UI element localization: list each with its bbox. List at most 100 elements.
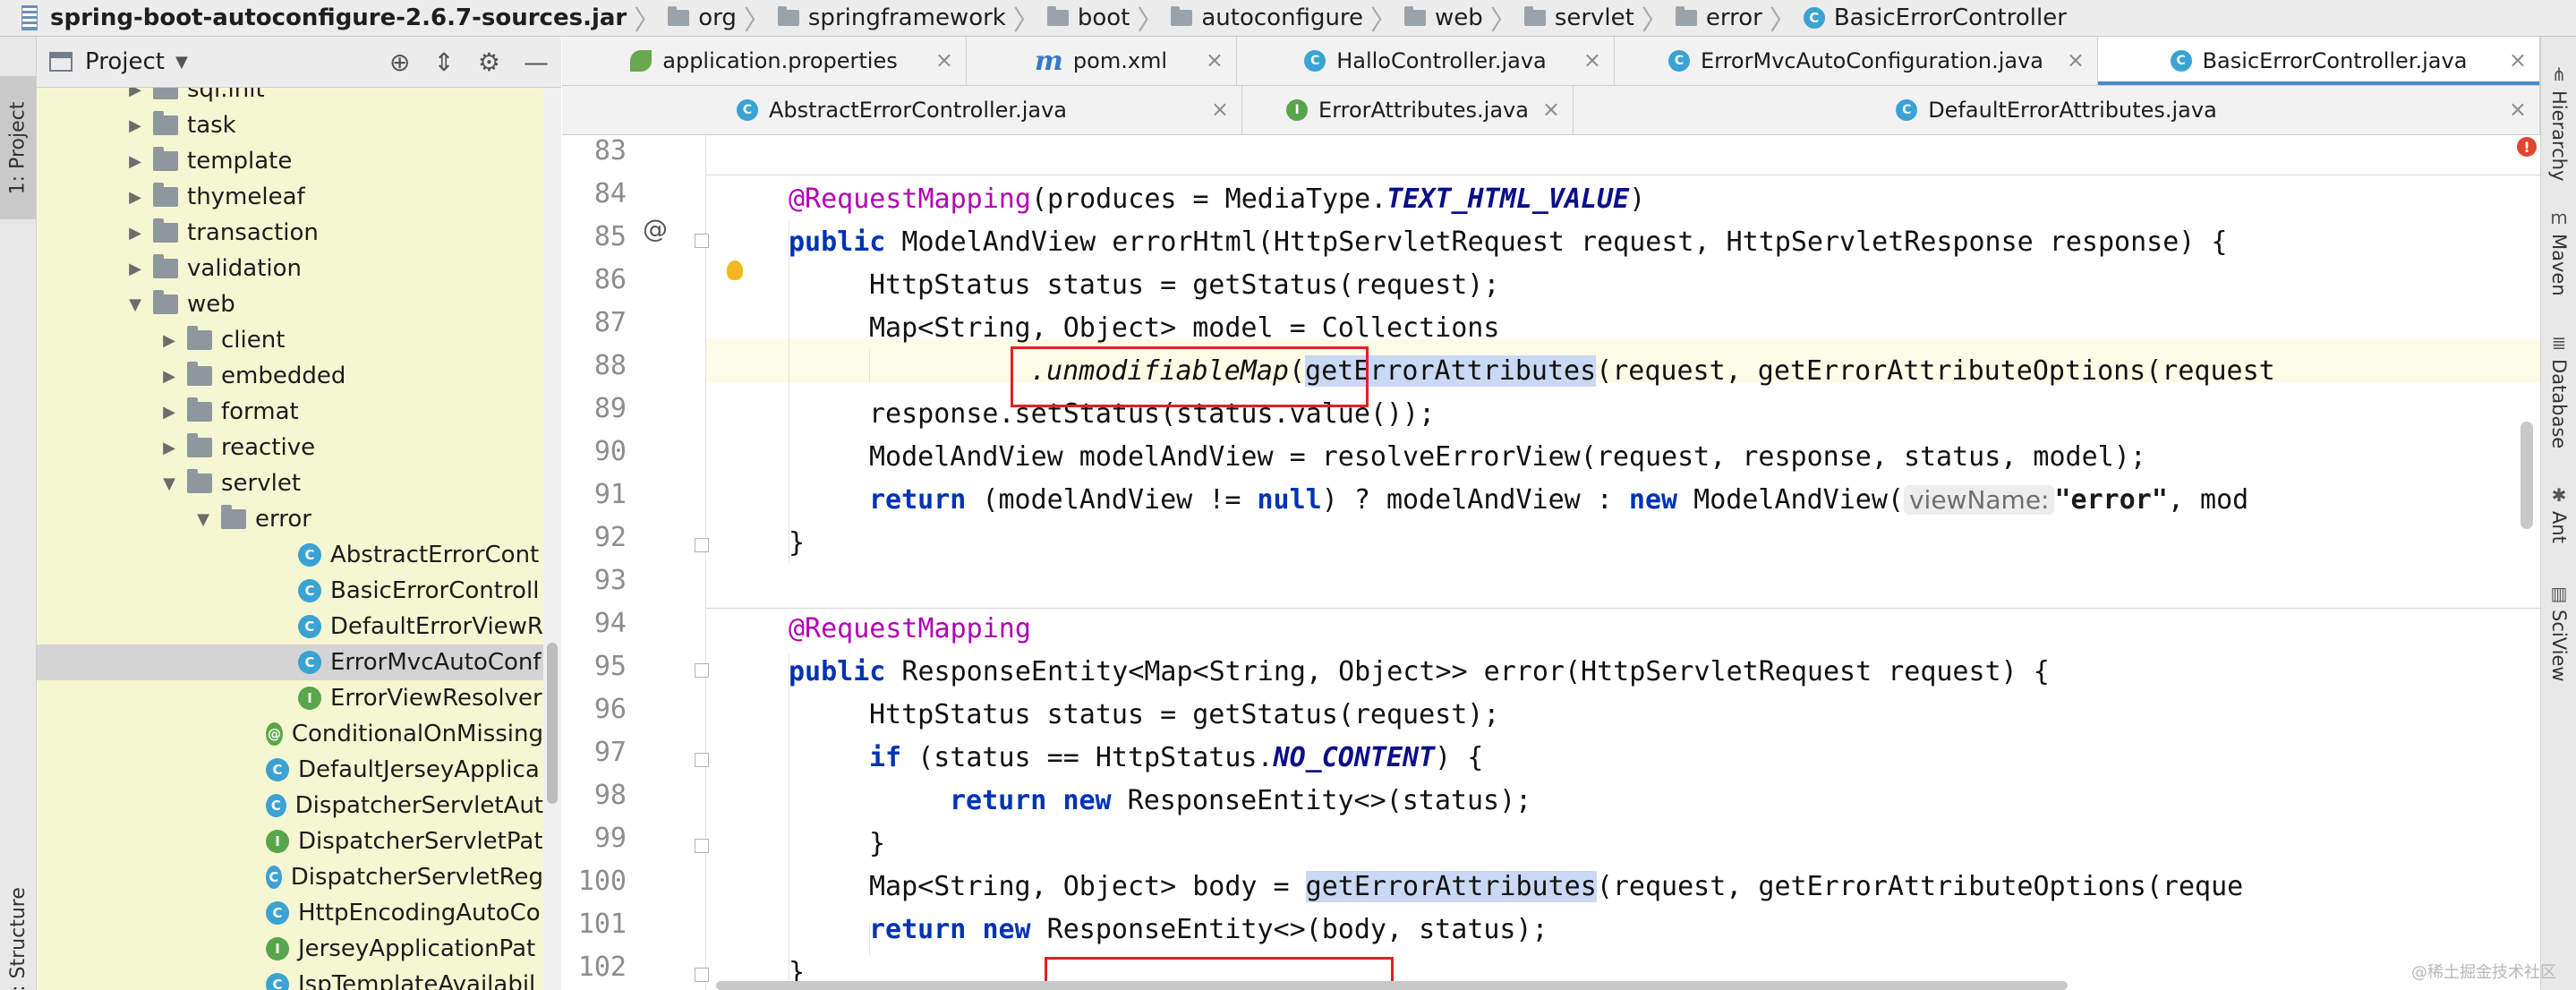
locate-icon[interactable]: ⊕: [389, 47, 410, 77]
tree-file-item[interactable]: C HttpEncodingAutoCo: [37, 895, 543, 931]
tool-tab-sciview[interactable]: ▥ SciView: [2541, 583, 2576, 682]
code-line-98: return new ResponseEntity<>(status);: [950, 780, 1531, 823]
breadcrumb-item[interactable]: 〉 springframework: [737, 0, 1006, 37]
tool-tab-label: Ant: [2548, 511, 2570, 543]
gear-icon[interactable]: ⚙: [478, 47, 500, 77]
tree-file-item[interactable]: C DispatcherServletReg: [37, 859, 543, 895]
tree-folder-item[interactable]: ▶ sql.init: [37, 88, 543, 107]
close-icon[interactable]: ×: [2509, 97, 2527, 122]
tree-file-item[interactable]: I JerseyApplicationPat: [37, 931, 543, 967]
chevron-right-icon[interactable]: ▶: [160, 439, 178, 457]
chevron-right-icon[interactable]: ▶: [160, 403, 178, 422]
tree-file-item[interactable]: C DispatcherServletAut: [37, 788, 543, 824]
tree-file-item[interactable]: C BasicErrorControll: [37, 573, 543, 609]
tool-tab-hierarchy[interactable]: ⋔ Hierarchy: [2541, 64, 2576, 182]
code-text: ModelAndView(: [1677, 484, 1904, 516]
tree-folder-item[interactable]: ▼ error: [37, 501, 543, 537]
chevron-right-icon[interactable]: ▶: [160, 331, 178, 350]
tree-file-item[interactable]: @ ConditionalOnMissing: [37, 716, 543, 752]
project-tree-scrollbar[interactable]: [543, 88, 561, 990]
breadcrumb-item[interactable]: 〉 web: [1363, 0, 1483, 37]
editor-tab-label: ErrorAttributes.java: [1318, 98, 1529, 123]
class-icon: C: [1668, 50, 1690, 72]
line-number: 99: [593, 823, 627, 854]
close-icon[interactable]: ×: [2509, 47, 2527, 73]
folder-icon: [668, 6, 690, 26]
project-view-selector[interactable]: Project ▼: [49, 48, 188, 75]
breadcrumb-item[interactable]: 〉 servlet: [1483, 0, 1634, 37]
tree-folder-item[interactable]: ▶ format: [37, 394, 543, 430]
project-tool-tab[interactable]: 1: Project: [0, 76, 36, 219]
tree-folder-item[interactable]: ▶ client: [37, 322, 543, 358]
tree-folder-item[interactable]: ▶ embedded: [37, 358, 543, 394]
editor-horizontal-scrollbar[interactable]: [716, 981, 2068, 990]
tree-file-item[interactable]: C DefaultJerseyApplica: [37, 752, 543, 788]
editor-tab[interactable]: C DefaultErrorAttributes.java ×: [1574, 86, 2540, 134]
editor-tab[interactable]: C AbstractErrorController.java ×: [562, 86, 1242, 134]
breadcrumb-item[interactable]: 〉 autoconfigure: [1130, 0, 1363, 37]
breadcrumb-item[interactable]: 〉 C BasicErrorController: [1762, 0, 2067, 37]
breadcrumb-item[interactable]: 〉 error: [1634, 0, 1762, 37]
tool-tab-database[interactable]: ≣ Database: [2541, 332, 2576, 448]
chevron-down-icon[interactable]: ▼: [160, 474, 178, 493]
chevron-right-icon[interactable]: ▶: [126, 224, 144, 243]
tree-folder-item[interactable]: ▶ thymeleaf: [37, 179, 543, 215]
tool-tab-ant[interactable]: ✱ Ant: [2541, 484, 2576, 543]
code-line-97: if (status == HttpStatus.NO_CONTENT) {: [869, 737, 1483, 780]
tree-file-item[interactable]: I ErrorViewResolver: [37, 680, 543, 716]
close-icon[interactable]: ×: [1206, 47, 1224, 73]
close-icon[interactable]: ×: [935, 47, 953, 73]
chevron-down-icon[interactable]: ▼: [126, 295, 144, 314]
tree-folder-item[interactable]: ▶ task: [37, 107, 543, 143]
chevron-right-icon[interactable]: ▶: [126, 116, 144, 135]
breadcrumb-item[interactable]: 〉 org: [627, 0, 737, 37]
tree-folder-item[interactable]: ▼ servlet: [37, 465, 543, 501]
chevron-right-icon[interactable]: ▶: [126, 260, 144, 278]
chevron-right-icon[interactable]: ▶: [160, 367, 178, 386]
editor-tab[interactable]: application.properties ×: [562, 37, 967, 85]
tree-folder-item[interactable]: ▶ validation: [37, 251, 543, 286]
editor-tab[interactable]: C HalloController.java ×: [1237, 37, 1615, 85]
collapse-all-icon[interactable]: ⇕: [433, 47, 454, 77]
close-icon[interactable]: ×: [1211, 97, 1229, 122]
code-text: (modelAndView !=: [966, 484, 1258, 516]
editor-vertical-scrollbar[interactable]: [2521, 422, 2533, 529]
keyword: null: [1257, 484, 1322, 516]
tool-tab-maven[interactable]: m Maven: [2541, 207, 2576, 296]
tree-folder-item[interactable]: ▼ web: [37, 286, 543, 322]
interface-icon: I: [1286, 99, 1309, 121]
close-icon[interactable]: ×: [1542, 97, 1560, 122]
chevron-right-icon[interactable]: ▶: [126, 152, 144, 171]
error-indicator-icon[interactable]: !: [2517, 137, 2537, 157]
editor-tab-label: AbstractErrorController.java: [768, 98, 1067, 123]
editor-tab[interactable]: m pom.xml ×: [967, 37, 1237, 85]
breadcrumb-separator-icon: 〉: [1012, 5, 1040, 37]
chevron-right-icon[interactable]: ▶: [126, 188, 144, 207]
tree-item-label: ErrorViewResolver: [330, 685, 542, 712]
lightbulb-icon[interactable]: [727, 260, 743, 280]
tree-file-item[interactable]: C JspTemplateAvailabil: [37, 967, 543, 990]
minimize-icon[interactable]: —: [524, 47, 549, 77]
tree-folder-item[interactable]: ▶ transaction: [37, 215, 543, 251]
editor-tab[interactable]: I ErrorAttributes.java ×: [1242, 86, 1574, 134]
editor-tab[interactable]: C ErrorMvcAutoConfiguration.java ×: [1615, 37, 2098, 85]
override-marker-icon[interactable]: @: [643, 214, 668, 243]
tree-file-item[interactable]: C DefaultErrorViewR: [37, 609, 543, 644]
project-header-actions: ⊕ ⇕ ⚙ —: [389, 37, 549, 87]
structure-tool-tab[interactable]: 7: Structure: [0, 878, 36, 990]
close-icon[interactable]: ×: [2067, 47, 2085, 73]
chevron-down-icon[interactable]: ▼: [194, 510, 212, 529]
code-area[interactable]: @RequestMapping(produces = MediaType.TEX…: [706, 135, 2540, 990]
chevron-right-icon[interactable]: ▶: [126, 88, 144, 99]
tree-folder-item[interactable]: ▶ reactive: [37, 430, 543, 465]
code-text: HttpStatus status = getStatus(request);: [869, 699, 1500, 730]
tree-file-item[interactable]: I DispatcherServletPat: [37, 824, 543, 859]
tree-file-item[interactable]: C AbstractErrorCont: [37, 537, 543, 573]
breadcrumb-item[interactable]: 〉 boot: [1006, 0, 1130, 37]
tree-folder-item[interactable]: ▶ template: [37, 143, 543, 179]
scroll-thumb[interactable]: [547, 643, 558, 804]
close-icon[interactable]: ×: [1583, 47, 1601, 73]
tree-file-item[interactable]: C ErrorMvcAutoConf: [37, 644, 543, 680]
breadcrumb-item[interactable]: spring-boot-autoconfigure-2.6.7-sources.…: [0, 0, 627, 36]
editor-tab[interactable]: C BasicErrorController.java ×: [2098, 37, 2540, 85]
